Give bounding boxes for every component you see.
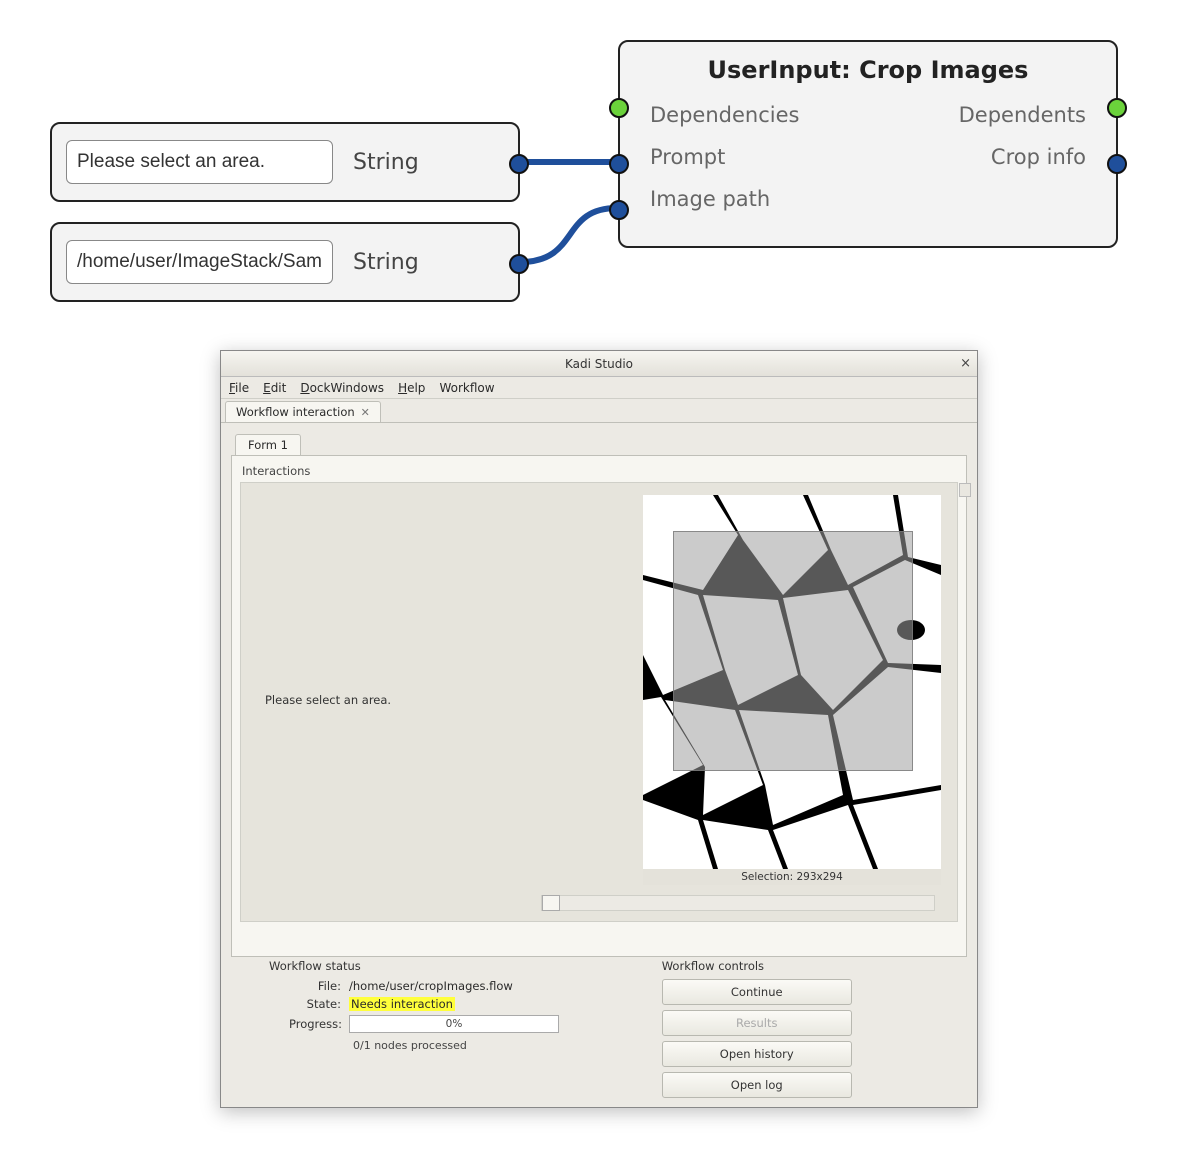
string-node-1-type: String [353,150,419,175]
node-graph: String String UserInput: Crop Images Dep… [0,0,1200,330]
port-dependents[interactable] [1107,98,1127,118]
port-label-cropinfo: Crop info [991,145,1086,169]
open-log-button[interactable]: Open log [662,1072,852,1098]
progress-key: Progress: [289,1017,341,1031]
string-node-1-out-port[interactable] [509,154,529,174]
workflow-controls-title: Workflow controls [662,959,969,973]
results-button: Results [662,1010,852,1036]
image-crop-area[interactable]: Selection: 293x294 [643,495,941,885]
menu-file[interactable]: File [229,381,249,395]
port-imagepath[interactable] [609,200,629,220]
tab-close-icon[interactable]: ✕ [361,406,370,419]
zoom-slider-thumb[interactable] [542,895,560,911]
nodes-processed: 0/1 nodes processed [353,1039,622,1052]
port-prompt[interactable] [609,154,629,174]
window-title: Kadi Studio [221,357,977,371]
port-label-prompt: Prompt [650,145,725,169]
prompt-text: Please select an area. [265,693,391,707]
state-value: Needs interaction [349,997,455,1011]
state-key: State: [289,997,341,1011]
menu-dockwindows[interactable]: DockWindows [300,381,384,395]
interactions-panel: Please select an area. [240,482,958,922]
string-node-2-input[interactable] [66,240,333,284]
document-tab-row: Workflow interaction ✕ [221,399,977,423]
menubar: File Edit DockWindows Help Workflow [221,377,977,399]
tab-workflow-interaction-label: Workflow interaction [236,405,355,419]
port-label-imagepath: Image path [650,187,770,211]
form-pane: Interactions Please select an area. [231,455,967,957]
client-area: Form 1 Interactions Please select an are… [221,423,977,1107]
menu-edit[interactable]: Edit [263,381,286,395]
titlebar: Kadi Studio × [221,351,977,377]
selection-size-label: Selection: 293x294 [643,869,941,885]
tab-workflow-interaction[interactable]: Workflow interaction ✕ [225,401,381,422]
workflow-status-title: Workflow status [269,959,622,973]
progress-bar: 0% [349,1015,559,1033]
open-history-button[interactable]: Open history [662,1041,852,1067]
port-dependencies[interactable] [609,98,629,118]
scrollbar-thumb[interactable] [959,483,971,497]
port-label-dependents: Dependents [959,103,1086,127]
string-node-1[interactable]: String [50,122,520,202]
menu-help[interactable]: Help [398,381,425,395]
string-node-2-type: String [353,250,419,275]
close-icon[interactable]: × [960,356,971,371]
form-tab-row: Form 1 [231,433,967,455]
userinput-node[interactable]: UserInput: Crop Images Dependencies Depe… [618,40,1118,248]
string-node-2[interactable]: String [50,222,520,302]
port-cropinfo[interactable] [1107,154,1127,174]
workflow-status: Workflow status File: /home/user/cropIma… [229,959,622,1099]
workflow-controls: Workflow controls Continue Results Open … [642,959,969,1099]
string-node-2-out-port[interactable] [509,254,529,274]
interactions-label: Interactions [242,464,958,478]
bottom-section: Workflow status File: /home/user/cropIma… [229,959,969,1099]
zoom-slider[interactable] [541,895,935,911]
file-value: /home/user/cropImages.flow [349,979,513,993]
userinput-node-title: UserInput: Crop Images [620,56,1116,84]
continue-button[interactable]: Continue [662,979,852,1005]
string-node-1-input[interactable] [66,140,333,184]
tab-form-1[interactable]: Form 1 [235,434,301,455]
app-window: Kadi Studio × File Edit DockWindows Help… [220,350,978,1108]
tab-form-1-label: Form 1 [248,438,288,452]
port-label-dependencies: Dependencies [650,103,799,127]
file-key: File: [289,979,341,993]
selection-rectangle[interactable] [673,531,913,771]
menu-workflow[interactable]: Workflow [439,381,494,395]
